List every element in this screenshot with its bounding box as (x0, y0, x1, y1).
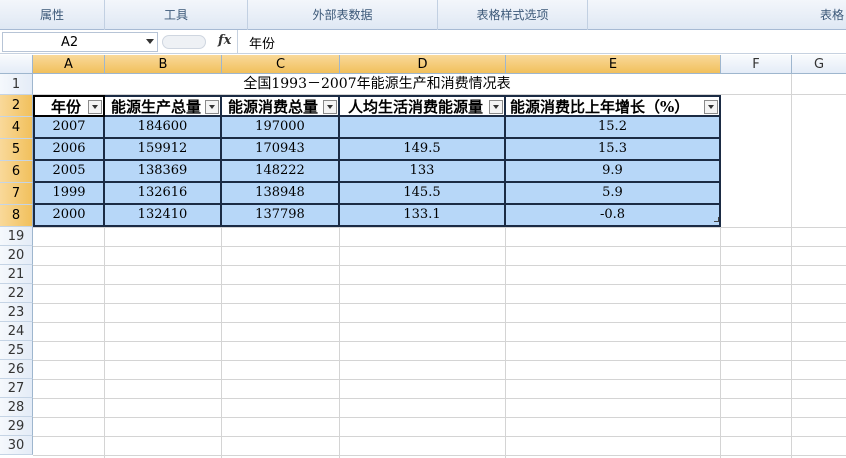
filter-dropdown-icon[interactable] (489, 100, 503, 114)
filter-dropdown-icon[interactable] (323, 100, 337, 114)
table-cell-growth[interactable]: -0.8 (506, 205, 721, 227)
table-cell-year[interactable]: 2005 (33, 161, 105, 183)
table-cell-year[interactable]: 1999 (33, 183, 105, 205)
ribbon-group-table-style-options[interactable]: 表格样式选项 (438, 0, 588, 30)
select-all-corner[interactable] (0, 55, 33, 74)
row-header[interactable]: 29 (0, 417, 33, 436)
table-cell-year[interactable]: 2000 (33, 205, 105, 227)
table-cell-production[interactable]: 138369 (105, 161, 222, 183)
table-cell-growth[interactable]: 5.9 (506, 183, 721, 205)
row-header[interactable]: 21 (0, 265, 33, 284)
formula-input[interactable]: 年份 (249, 33, 275, 52)
table-cell-production[interactable]: 159912 (105, 139, 222, 161)
column-header-c[interactable]: C (222, 55, 340, 74)
column-header-e[interactable]: E (506, 55, 721, 74)
sort-filter-active-icon[interactable] (205, 100, 219, 114)
formula-bar-splitter[interactable] (162, 35, 206, 49)
table-cell-per-capita[interactable]: 133.1 (340, 205, 506, 227)
table-cell-consumption[interactable]: 170943 (222, 139, 340, 161)
table-cell-consumption[interactable]: 138948 (222, 183, 340, 205)
table-cell-year[interactable]: 2007 (33, 117, 105, 139)
insert-function-icon[interactable]: fx (218, 33, 231, 48)
ribbon-group-properties[interactable]: 属性 (0, 0, 105, 30)
row-header[interactable]: 26 (0, 360, 33, 379)
table-cell-per-capita[interactable]: 149.5 (340, 139, 506, 161)
row-header[interactable]: 24 (0, 322, 33, 341)
formula-bar: A2 fx 年份 (0, 30, 846, 54)
ribbon-group-labels: 属性 工具 外部表数据 表格样式选项 表格 (0, 0, 846, 30)
table-header-cell[interactable]: 人均生活消费能源量 (340, 95, 506, 117)
chevron-down-icon[interactable] (146, 39, 154, 44)
table-cell-year[interactable]: 2006 (33, 139, 105, 161)
table-header-cell[interactable]: 能源消费总量 (222, 95, 340, 117)
name-box-value: A2 (61, 35, 79, 50)
row-header[interactable]: 8 (0, 205, 33, 227)
column-header-d[interactable]: D (340, 55, 506, 74)
active-cell-border (33, 95, 105, 117)
row-header[interactable]: 30 (0, 436, 33, 455)
row-header[interactable]: 5 (0, 139, 33, 161)
table-resize-handle[interactable] (714, 217, 719, 222)
formula-divider (237, 30, 238, 54)
header-label: 人均生活消费能源量 (348, 98, 484, 116)
column-header-a[interactable]: A (33, 55, 105, 74)
ribbon-group-external-data[interactable]: 外部表数据 (248, 0, 438, 30)
name-box[interactable]: A2 (2, 32, 158, 52)
row-header[interactable]: 28 (0, 398, 33, 417)
row-header[interactable]: 20 (0, 246, 33, 265)
row-header[interactable]: 23 (0, 303, 33, 322)
row-header[interactable]: 25 (0, 341, 33, 360)
table-header-cell[interactable]: 能源消费比上年增长（%） (506, 95, 721, 117)
table-header-cell[interactable]: 能源生产总量 (105, 95, 222, 117)
header-label: 能源消费比上年增长（%） (510, 98, 690, 116)
filter-dropdown-icon[interactable] (704, 100, 718, 114)
column-header-f[interactable]: F (721, 55, 792, 74)
table-cell-per-capita[interactable] (340, 117, 506, 139)
column-header-b[interactable]: B (105, 55, 222, 74)
table-cell-consumption[interactable]: 137798 (222, 205, 340, 227)
row-header[interactable]: 4 (0, 117, 33, 139)
table-cell-per-capita[interactable]: 145.5 (340, 183, 506, 205)
ribbon-group-tools[interactable]: 工具 (105, 0, 248, 30)
table-cell-growth[interactable]: 15.2 (506, 117, 721, 139)
row-header[interactable]: 7 (0, 183, 33, 205)
header-label: 能源消费总量 (228, 98, 319, 116)
row-header[interactable]: 19 (0, 227, 33, 246)
table-cell-growth[interactable]: 9.9 (506, 161, 721, 183)
table-cell-per-capita[interactable]: 133 (340, 161, 506, 183)
table-cell-production[interactable]: 132616 (105, 183, 222, 205)
table-cell-growth[interactable]: 15.3 (506, 139, 721, 161)
ribbon-group-table-styles[interactable]: 表格 (588, 0, 846, 30)
table-cell-production[interactable]: 132410 (105, 205, 222, 227)
table-cell-consumption[interactable]: 148222 (222, 161, 340, 183)
row-header[interactable]: 2 (0, 95, 33, 117)
column-header-g[interactable]: G (792, 55, 846, 74)
row-header[interactable]: 27 (0, 379, 33, 398)
row-header[interactable]: 22 (0, 284, 33, 303)
row-header[interactable]: 6 (0, 161, 33, 183)
table-cell-consumption[interactable]: 197000 (222, 117, 340, 139)
sheet-title-cell[interactable]: 全国1993－2007年能源生产和消费情况表 (33, 74, 721, 94)
row-header[interactable]: 1 (0, 74, 33, 95)
table-cell-production[interactable]: 184600 (105, 117, 222, 139)
header-label: 能源生产总量 (111, 98, 202, 116)
